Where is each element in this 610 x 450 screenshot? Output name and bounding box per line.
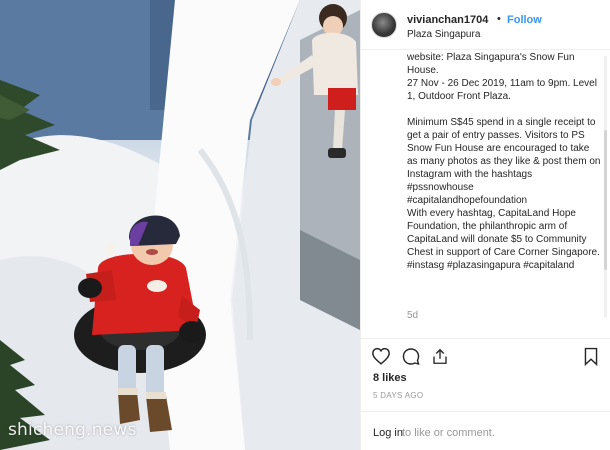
comment-icon[interactable] [401, 347, 421, 366]
post-panel: vivianchan1704 • Follow Plaza Singapura … [360, 0, 610, 450]
likes-count[interactable]: 8 likes [373, 372, 407, 384]
post-caption: website: Plaza Singapura's Snow Fun Hous… [407, 51, 601, 321]
username-link[interactable]: vivianchan1704 [407, 14, 488, 26]
share-icon[interactable] [431, 347, 449, 366]
login-link[interactable]: Log in [373, 427, 403, 439]
follow-button[interactable]: Follow [507, 14, 542, 26]
login-prompt-text: to like or comment. [402, 427, 495, 439]
post-image[interactable]: shicheng.news [0, 0, 360, 450]
caption-time-ago: 5d [407, 310, 419, 321]
location-link[interactable]: Plaza Singapura [407, 29, 480, 40]
caption-paragraph: Minimum S$45 spend in a single receipt t… [407, 117, 601, 271]
post-date: 5 DAYS AGO [373, 391, 424, 400]
post-header: vivianchan1704 • Follow Plaza Singapura [361, 0, 610, 50]
heart-icon[interactable] [371, 347, 391, 365]
caption-paragraph: website: Plaza Singapura's Snow Fun Hous… [407, 52, 597, 102]
separator-dot: • [497, 13, 501, 25]
post-actions: 8 likes 5 DAYS AGO Log in to like or com… [361, 338, 610, 450]
comment-bar: Log in to like or comment. [361, 411, 610, 450]
watermark-text: shicheng.news [8, 420, 137, 440]
bookmark-icon[interactable] [583, 347, 599, 366]
avatar[interactable] [371, 12, 397, 38]
snow-slide-scene [0, 0, 360, 450]
caption-scrollbar-thumb[interactable] [604, 130, 607, 270]
